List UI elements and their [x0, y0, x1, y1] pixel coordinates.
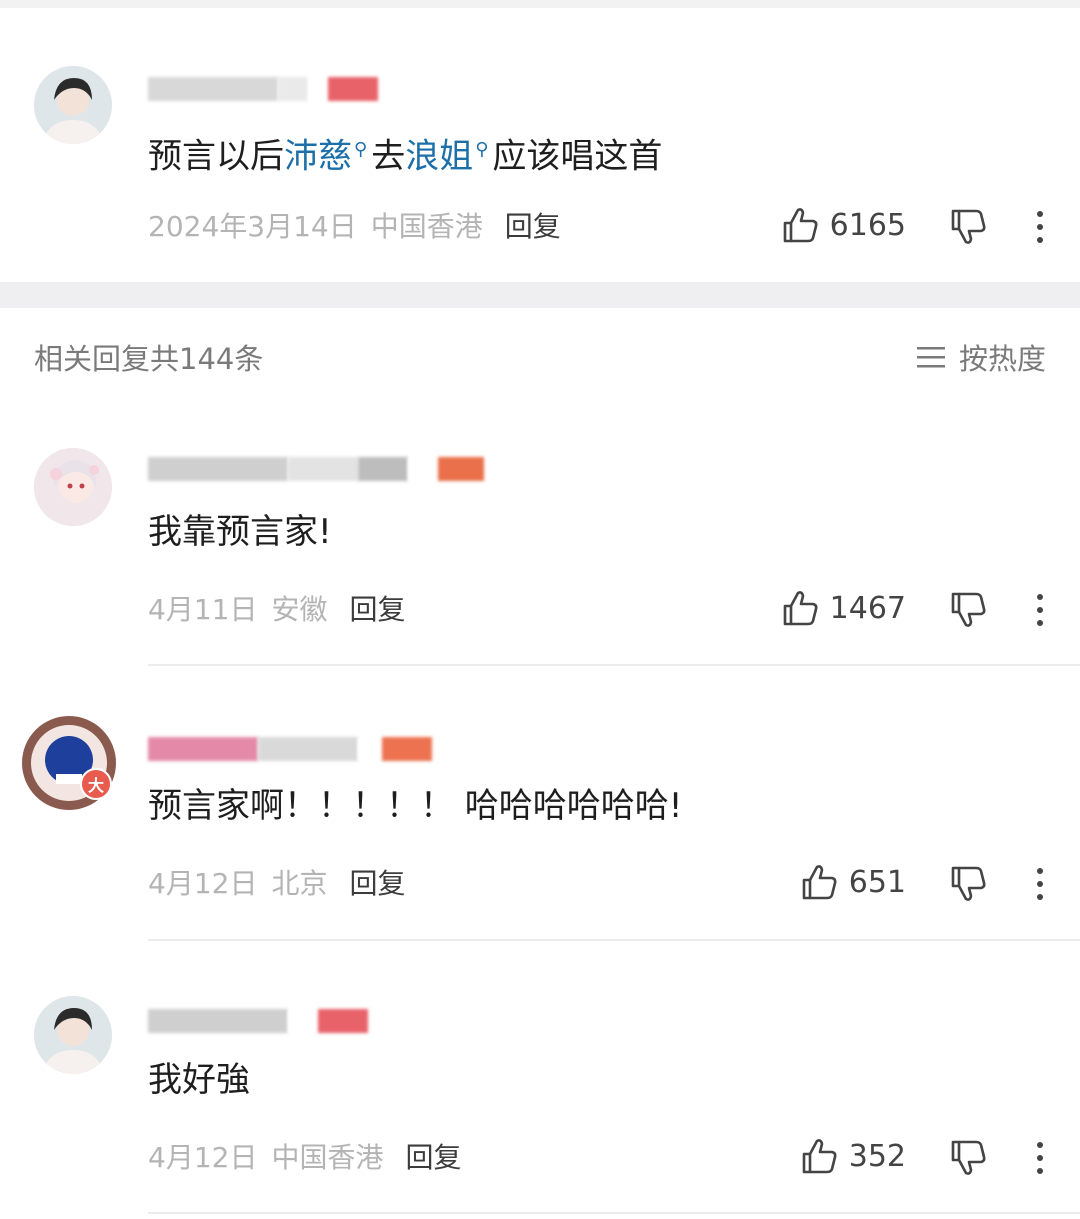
comment-text-segment: 应该唱这首	[492, 136, 663, 177]
user-badge-blur	[328, 77, 378, 101]
username-redacted[interactable]	[148, 452, 484, 486]
spacer	[288, 1009, 318, 1033]
topic-link[interactable]: 浪姐	[405, 136, 473, 176]
username-blur	[148, 457, 288, 481]
like-button[interactable]: 1467	[780, 588, 906, 628]
comment-meta: 4月12日 中国香港 回复	[148, 1136, 461, 1176]
reply-button[interactable]: 回复	[505, 205, 561, 245]
comment-meta: 4月12日 北京 回复	[148, 862, 405, 902]
more-vertical-icon[interactable]	[1028, 864, 1052, 904]
comment-location: 北京	[271, 867, 328, 900]
username-redacted[interactable]	[148, 72, 378, 106]
comment-text: 预言以后沛慈 ⚲ 去浪姐 ⚲ 应该唱这首	[148, 130, 662, 176]
comment-location: 中国香港	[370, 210, 483, 243]
comment-meta: 4月11日 安徽 回复	[148, 588, 405, 628]
username-blur	[148, 77, 278, 101]
like-count: 651	[848, 864, 906, 900]
more-vertical-icon[interactable]	[1028, 1138, 1052, 1178]
username-blur	[148, 737, 258, 761]
username-blur	[288, 457, 358, 481]
avatar-image	[34, 66, 112, 144]
topic-link[interactable]: 沛慈	[284, 136, 352, 176]
comment-location: 安徽	[271, 593, 328, 626]
more-vertical-icon[interactable]	[1028, 590, 1052, 630]
thumbs-down-icon[interactable]	[948, 1138, 988, 1178]
thumbs-down-icon[interactable]	[948, 864, 988, 904]
spacer	[358, 737, 382, 761]
menu-lines-icon	[916, 347, 945, 368]
top-divider	[0, 0, 1080, 8]
comment-location: 中国香港	[271, 1141, 384, 1174]
comment-date: 4月12日	[148, 867, 258, 900]
comment-meta: 2024年3月14日 中国香港 回复	[148, 205, 561, 245]
spacer	[308, 77, 328, 101]
search-icon: ⚲	[475, 139, 489, 160]
reply-button[interactable]: 回复	[349, 862, 405, 902]
comment-text-segment: 预言以后	[148, 136, 284, 177]
username-redacted[interactable]	[148, 1004, 368, 1038]
reply-button[interactable]: 回复	[405, 1136, 461, 1176]
thumbs-down-icon[interactable]	[948, 207, 988, 247]
like-count: 1467	[829, 590, 906, 626]
username-blur	[278, 77, 308, 101]
comment-text: 我好強	[148, 1060, 250, 1100]
user-badge-blur	[318, 1009, 368, 1033]
comment-date: 4月12日	[148, 1141, 258, 1174]
comment-text: 我靠预言家!	[148, 512, 332, 552]
username-blur	[258, 737, 358, 761]
user-badge-blur	[438, 457, 484, 481]
comment-date: 2024年3月14日	[148, 210, 357, 243]
thumbs-down-icon[interactable]	[948, 590, 988, 630]
user-badge-blur	[382, 737, 432, 761]
comment-text: 预言家啊！！！！！ 哈哈哈哈哈哈!	[148, 786, 683, 826]
avatar-image	[34, 448, 112, 526]
reply-divider	[148, 664, 1080, 666]
replies-count: 相关回复共144条	[34, 342, 264, 376]
like-button[interactable]: 352	[799, 1136, 906, 1176]
avatar[interactable]	[34, 66, 112, 144]
user-level-badge: 大	[80, 768, 112, 800]
reply-button[interactable]: 回复	[349, 588, 405, 628]
spacer	[408, 457, 438, 481]
search-icon: ⚲	[354, 139, 368, 160]
avatar[interactable]	[34, 448, 112, 526]
thumbs-up-icon	[783, 208, 818, 243]
reply-divider	[148, 1212, 1080, 1214]
like-count: 6165	[829, 207, 906, 243]
comment-date: 4月11日	[148, 593, 258, 626]
like-count: 352	[848, 1138, 906, 1174]
username-blur	[358, 457, 408, 481]
avatar-image	[34, 996, 112, 1074]
like-button[interactable]: 651	[799, 862, 906, 902]
thumbs-up-icon	[783, 591, 818, 626]
sort-button[interactable]: 按热度	[915, 336, 1046, 378]
sort-label: 按热度	[958, 342, 1046, 376]
username-redacted[interactable]	[148, 732, 432, 766]
avatar[interactable]	[34, 996, 112, 1074]
more-vertical-icon[interactable]	[1028, 207, 1052, 247]
reply-divider	[148, 939, 1080, 941]
username-blur	[148, 1009, 288, 1033]
comment-text-segment: 去	[371, 136, 406, 177]
thumbs-up-icon	[802, 865, 837, 900]
like-button[interactable]: 6165	[780, 205, 906, 245]
thumbs-up-icon	[802, 1139, 837, 1174]
section-divider	[0, 282, 1080, 308]
